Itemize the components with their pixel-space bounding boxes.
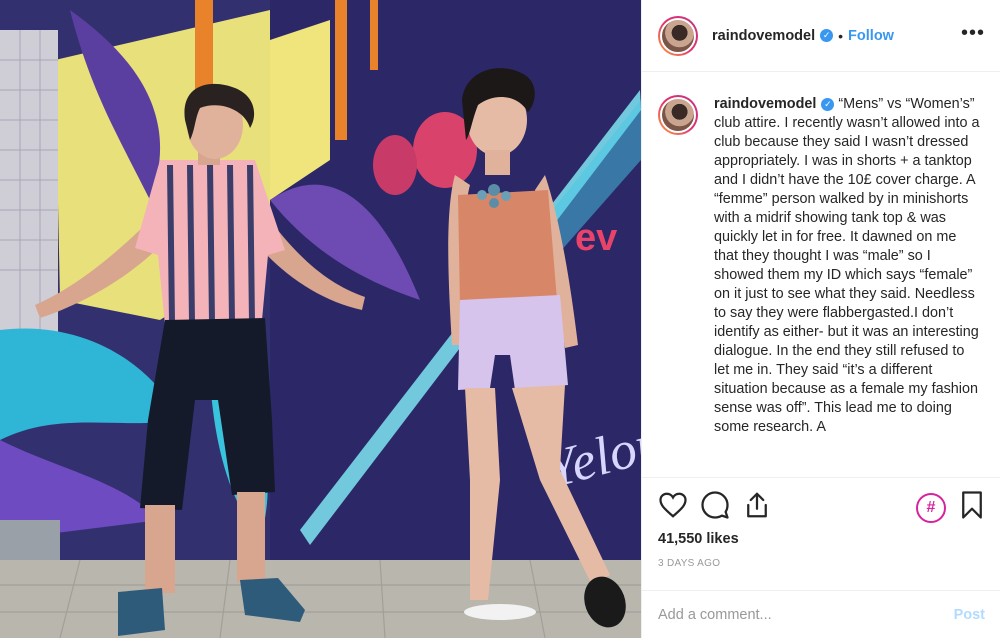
caption-author-avatar-image bbox=[660, 97, 696, 133]
caption-text-block: raindovemodel ✓ “Mens” vs “Women’s” club … bbox=[714, 95, 980, 477]
post-photo-image: Yelon ev bbox=[0, 0, 641, 638]
likes-count[interactable]: 41,550 likes bbox=[658, 531, 739, 547]
author-avatar-image bbox=[660, 17, 696, 54]
add-comment-input[interactable] bbox=[658, 607, 954, 623]
svg-text:ev: ev bbox=[575, 217, 617, 259]
caption-body: “Mens” vs “Women’s” club attire. I recen… bbox=[714, 96, 980, 435]
caption-username[interactable]: raindovemodel bbox=[714, 96, 816, 112]
add-comment-row: Post bbox=[642, 590, 1000, 638]
more-options-icon[interactable]: ••• bbox=[961, 23, 985, 43]
author-username[interactable]: raindovemodel bbox=[712, 28, 815, 44]
header-separator: • bbox=[838, 27, 844, 44]
post-header: raindovemodel ✓ • Follow ••• bbox=[642, 0, 1000, 72]
verified-badge-icon: ✓ bbox=[820, 29, 834, 42]
share-icon[interactable] bbox=[742, 490, 772, 520]
caption-author-avatar[interactable] bbox=[658, 95, 698, 135]
post-comment-button[interactable]: Post bbox=[954, 607, 985, 623]
hashtag-icon[interactable]: # bbox=[916, 493, 946, 523]
follow-button[interactable]: Follow bbox=[848, 28, 894, 44]
caption-section[interactable]: raindovemodel ✓ “Mens” vs “Women’s” club … bbox=[642, 73, 1000, 477]
heart-icon[interactable] bbox=[658, 490, 688, 520]
post-details-panel: raindovemodel ✓ • Follow ••• raindovemod… bbox=[641, 0, 1000, 638]
comment-icon[interactable] bbox=[700, 490, 730, 520]
author-avatar[interactable] bbox=[658, 15, 698, 56]
post-photo[interactable]: Yelon ev bbox=[0, 0, 641, 638]
caption-verified-badge-icon: ✓ bbox=[821, 98, 835, 111]
post-timestamp[interactable]: 3 DAYS AGO bbox=[658, 558, 720, 569]
actions-section: # 41,550 likes 3 DAYS AGO Post bbox=[642, 477, 1000, 638]
bookmark-icon[interactable] bbox=[957, 490, 987, 520]
